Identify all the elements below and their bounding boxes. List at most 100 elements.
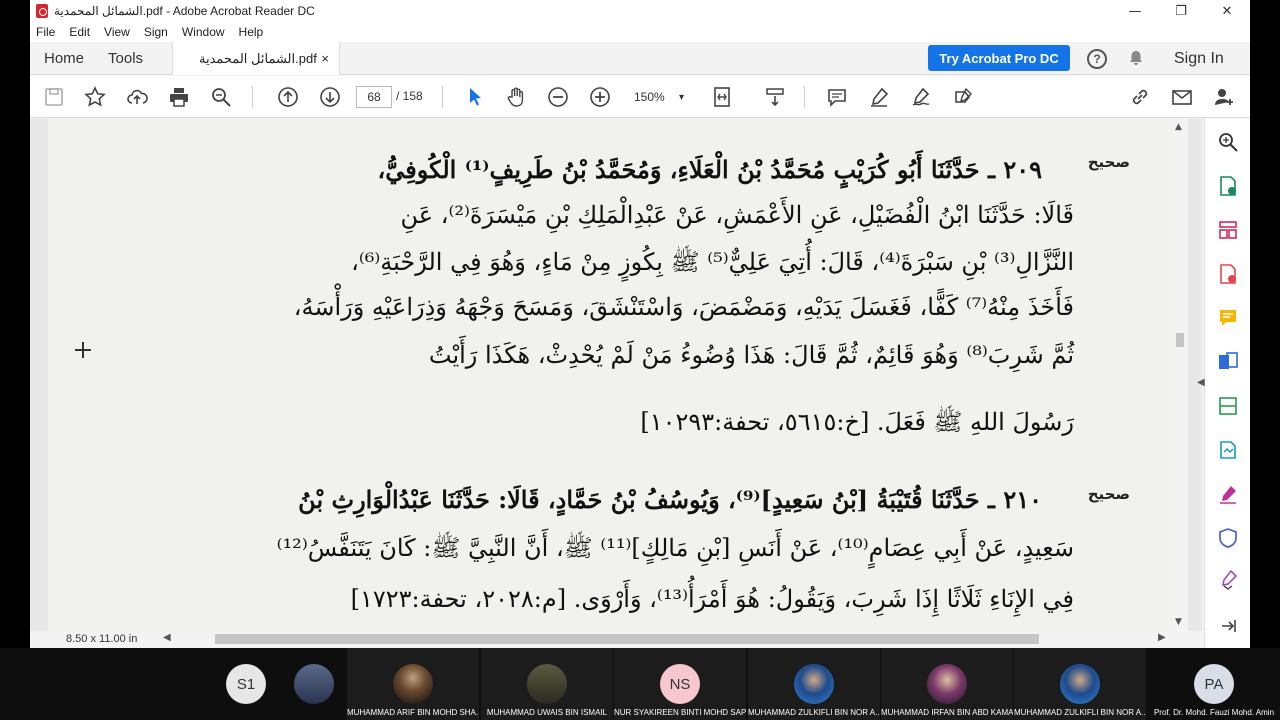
send-review-icon[interactable] — [1217, 439, 1239, 461]
comment-tool-icon[interactable] — [1217, 307, 1239, 329]
protect-shield-icon[interactable] — [1217, 527, 1239, 549]
participant-name: MUHAMMAD IRFAN BIN ABD KAMAL — [881, 708, 1013, 717]
more-tools-icon[interactable] — [1217, 569, 1239, 591]
restore-button[interactable]: ❐ — [1158, 0, 1204, 22]
minimize-button[interactable]: — — [1112, 0, 1158, 22]
menu-sign[interactable]: Sign — [144, 25, 168, 39]
title-bar: الشمائل المحمدية.pdf - Adobe Acrobat Rea… — [30, 0, 1250, 22]
page-total: / 158 — [396, 89, 423, 103]
draw-sign-icon[interactable] — [909, 85, 933, 109]
horizontal-scrollbar[interactable]: 8.50 x 11.00 in ◀ ▶ — [30, 631, 1202, 648]
scroll-mode-icon[interactable] — [763, 85, 787, 109]
menu-help[interactable]: Help — [239, 25, 264, 39]
zoom-out-icon[interactable] — [546, 85, 570, 109]
participant-name: MUHAMMAD UWAIS BIN ISMAIL — [486, 708, 608, 717]
scroll-right-icon[interactable]: ▶ — [1158, 632, 1166, 643]
hand-tool-icon[interactable] — [504, 85, 528, 109]
search-tool-icon[interactable] — [1217, 131, 1239, 153]
tab-home[interactable]: Home — [44, 50, 84, 67]
hadith-line: قَالَا: حَدَّثَنَا ابْنُ الْفُضَيْلِ، عَ… — [400, 201, 1074, 229]
participant-tile[interactable]: MUHAMMAD ZULKIFLI BIN NOR A... — [748, 648, 880, 720]
scan-ocr-icon[interactable] — [1217, 395, 1239, 417]
email-icon[interactable] — [1170, 85, 1194, 109]
participant-tile[interactable]: MUHAMMAD ZULKIFLI BIN NOR A... — [1014, 648, 1146, 720]
add-user-icon[interactable] — [1212, 85, 1236, 109]
previous-page-icon[interactable] — [276, 85, 300, 109]
right-tools-pane: ◀ — [1197, 119, 1250, 648]
next-page-icon[interactable] — [318, 85, 342, 109]
zoom-search-icon[interactable] — [209, 85, 233, 109]
try-acrobat-pro-button[interactable]: Try Acrobat Pro DC — [928, 45, 1070, 71]
create-pdf-icon[interactable] — [1217, 263, 1239, 285]
participant-avatar[interactable]: S1 — [226, 664, 266, 704]
page-fit-icon[interactable] — [710, 85, 734, 109]
close-tab-button[interactable]: × — [321, 51, 329, 66]
horizontal-scroll-thumb[interactable] — [215, 634, 1039, 644]
scroll-thumb[interactable] — [1176, 333, 1184, 347]
participant-name: MUHAMMAD ARIF BIN MOHD SHA... — [347, 708, 479, 717]
participant-photo — [1060, 664, 1100, 704]
upload-cloud-icon[interactable] — [125, 85, 149, 109]
hadith-line: رَسُولَ اللهِ ﷺ فَعَلَ. [خ:٥٦١٥، تحفة:١٠… — [640, 408, 1074, 436]
hadith-line: سَعِيدٍ، عَنْ أَبِي عِصَامٍ⁽¹⁰⁾، عَنْ أَ… — [276, 534, 1074, 562]
video-call-participants-bar: S1 MUHAMMAD ARIF BIN MOHD SHA... MUHAMMA… — [0, 648, 1280, 720]
close-window-button[interactable]: ✕ — [1204, 0, 1250, 22]
notification-bell-icon[interactable] — [1128, 50, 1144, 66]
help-icon[interactable]: ? — [1087, 49, 1107, 69]
document-viewport[interactable]: صحيح ٢٠٩ ـ حَدَّثَنَا أَبُو كُرَيْبٍ مُح… — [30, 119, 1202, 631]
scroll-up-icon[interactable]: ▲ — [1175, 122, 1182, 132]
hadith-grade-label: صحيح — [1087, 485, 1130, 503]
organize-pages-icon[interactable] — [1217, 219, 1239, 241]
highlight-pen-icon[interactable] — [867, 85, 891, 109]
zoom-level-value: 150% — [634, 90, 665, 104]
collapse-pane-icon[interactable] — [1217, 615, 1239, 637]
participant-name: MUHAMMAD ZULKIFLI BIN NOR A... — [1014, 708, 1146, 717]
save-icon[interactable] — [42, 85, 66, 109]
comment-icon[interactable] — [825, 85, 849, 109]
participant-tile[interactable]: MUHAMMAD UWAIS BIN ISMAIL — [481, 648, 613, 720]
participant-tile[interactable]: PA Prof. Dr. Mohd. Fauzi Mohd. Amin — [1148, 648, 1280, 720]
participant-photo — [794, 664, 834, 704]
hadith-line: فَأَخَذَ مِنْهُ⁽⁷⁾ كَفًّا، فَغَسَلَ يَدَ… — [293, 293, 1074, 321]
menu-view[interactable]: View — [104, 25, 130, 39]
participant-avatar[interactable] — [294, 664, 334, 704]
crosshair-cursor-icon — [75, 342, 91, 358]
tab-tools[interactable]: Tools — [108, 50, 143, 67]
sign-in-button[interactable]: Sign In — [1174, 50, 1224, 68]
zoom-level-select[interactable]: 150% ▾ — [628, 86, 690, 108]
participant-tile[interactable]: NS NUR SYAKIREEN BINTI MOHD SAP... — [614, 648, 746, 720]
share-link-icon[interactable] — [1128, 85, 1152, 109]
select-cursor-icon[interactable] — [463, 85, 487, 109]
page-number-input[interactable]: 68 — [356, 86, 392, 108]
participant-name: NUR SYAKIREEN BINTI MOHD SAP... — [614, 708, 746, 717]
menu-file[interactable]: File — [36, 25, 55, 39]
hadith-line: فِي الإِنَاءِ ثَلَاثًا إِذَا شَرِبَ، وَي… — [350, 585, 1074, 613]
page-size-readout: 8.50 x 11.00 in — [66, 633, 138, 645]
menu-bar: File Edit View Sign Window Help — [30, 22, 1250, 42]
zoom-in-icon[interactable] — [588, 85, 612, 109]
acrobat-app-icon — [36, 4, 48, 18]
fill-sign-tool-icon[interactable] — [1217, 483, 1239, 505]
tab-bar: Home Tools الشمائل المحمدية.pdf × Try Ac… — [30, 42, 1250, 75]
fill-sign-icon[interactable] — [951, 85, 975, 109]
menu-edit[interactable]: Edit — [69, 25, 90, 39]
chevron-down-icon: ▾ — [678, 91, 684, 103]
vertical-scrollbar[interactable]: ▲ ▼ — [1172, 119, 1188, 631]
participant-photo — [393, 664, 433, 704]
participant-photo — [527, 664, 567, 704]
tab-document[interactable]: الشمائل المحمدية.pdf × — [172, 42, 340, 75]
document-tab-label: الشمائل المحمدية.pdf — [199, 50, 317, 66]
participant-name: MUHAMMAD ZULKIFLI BIN NOR A... — [748, 708, 880, 717]
scroll-down-icon[interactable]: ▼ — [1175, 617, 1182, 627]
participant-tile[interactable]: MUHAMMAD ARIF BIN MOHD SHA... — [347, 648, 479, 720]
bookmark-star-icon[interactable] — [83, 85, 107, 109]
scroll-left-icon[interactable]: ◀ — [163, 632, 171, 643]
collapse-right-panel-icon[interactable]: ◀ — [1197, 377, 1205, 388]
export-pdf-icon[interactable] — [1217, 175, 1239, 197]
print-icon[interactable] — [167, 85, 191, 109]
acrobat-window: الشمائل المحمدية.pdf - Adobe Acrobat Rea… — [30, 0, 1250, 648]
menu-window[interactable]: Window — [182, 25, 225, 39]
participant-tile[interactable]: MUHAMMAD IRFAN BIN ABD KAMAL — [881, 648, 1013, 720]
participant-avatar: NS — [660, 664, 700, 704]
combine-files-icon[interactable] — [1217, 351, 1239, 373]
